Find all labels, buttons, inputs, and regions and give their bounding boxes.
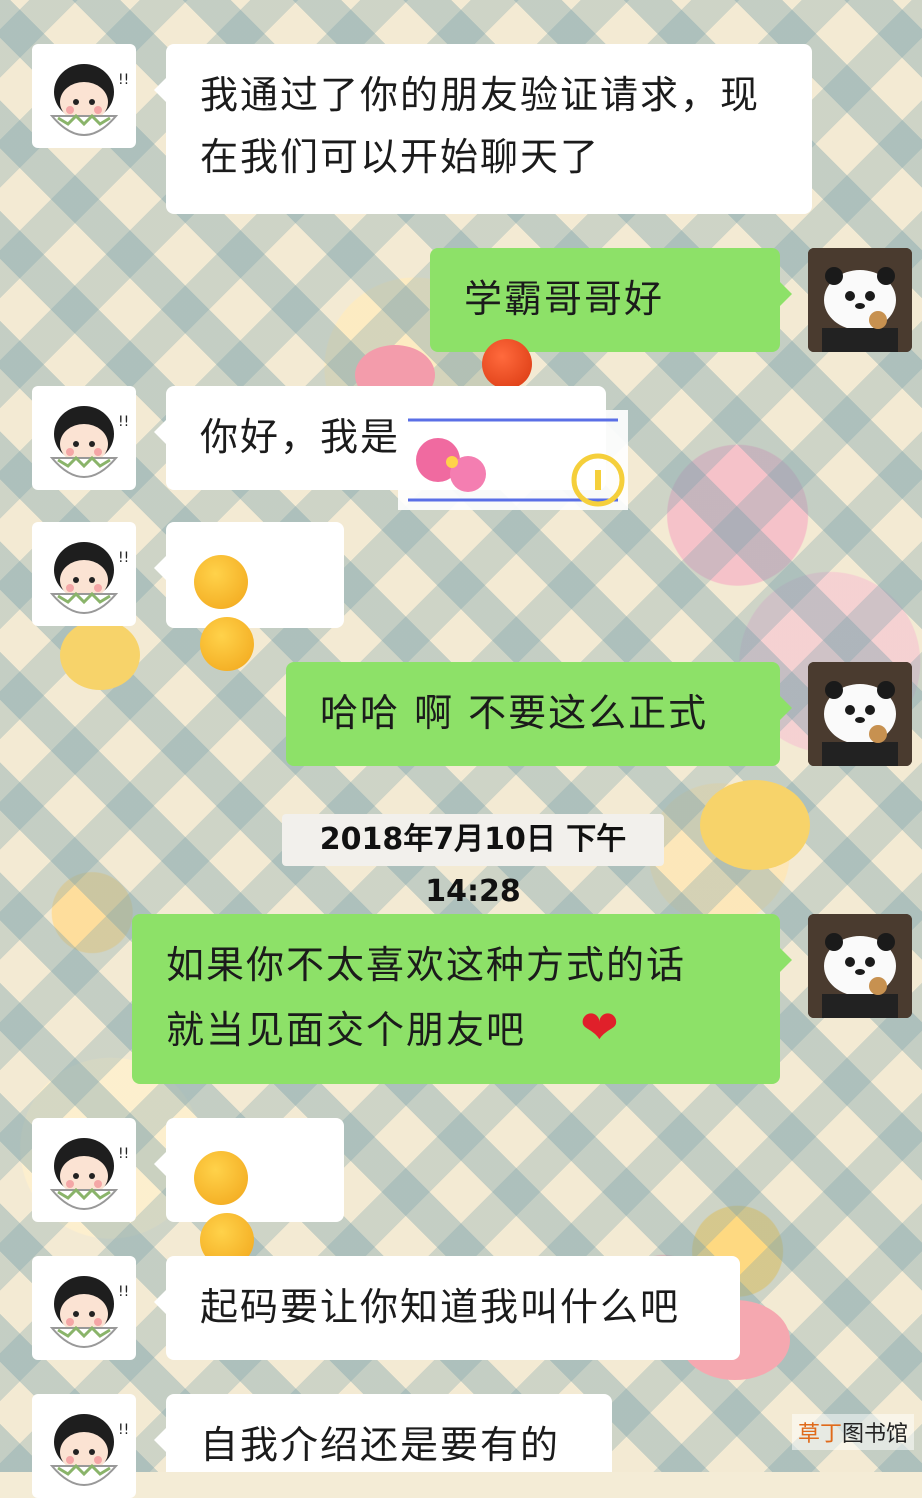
censor-sticker-overlay — [398, 390, 638, 520]
message-text: 哈哈 啊 不要这么正式 — [320, 691, 709, 735]
wallpaper-flower — [60, 620, 140, 690]
grinning-face-icon — [194, 1150, 248, 1205]
incoming-message[interactable]: 起码要让你知道我叫什么吧 — [154, 1256, 740, 1360]
panda-avatar-icon — [808, 914, 912, 1018]
angry-face-icon — [200, 616, 254, 671]
watermark-accent: 草丁 — [797, 1422, 842, 1447]
svg-text:!!: !! — [118, 72, 129, 88]
contact-avatar[interactable]: !! — [32, 1256, 136, 1360]
outgoing-message[interactable]: 如果你不太喜欢这种方式的话 就当见面交个朋友吧 ❤ — [132, 914, 792, 1084]
outgoing-message[interactable]: 学霸哥哥好 — [430, 248, 792, 389]
message-timestamp: 2018年7月10日 下午14:28 — [282, 814, 664, 909]
panda-avatar-icon — [808, 662, 912, 766]
svg-text:!!: !! — [118, 414, 129, 430]
message-text: 自我介绍还是要有的 — [200, 1423, 561, 1467]
message-text: 如果你不太喜欢这种方式的话 — [166, 943, 687, 987]
my-avatar[interactable] — [808, 662, 912, 766]
boy-avatar-icon: !! — [49, 542, 129, 614]
my-avatar[interactable] — [808, 248, 912, 352]
svg-text:!!: !! — [118, 550, 129, 566]
message-text: 就当见面交个朋友吧 — [166, 1008, 527, 1052]
flushed-face-icon — [482, 338, 532, 389]
boy-avatar-icon: !! — [49, 64, 129, 136]
contact-avatar[interactable]: !! — [32, 1118, 136, 1222]
my-avatar[interactable] — [808, 914, 912, 1018]
contact-avatar[interactable]: !! — [32, 1394, 136, 1498]
message-text: 你好，我是 — [200, 415, 401, 459]
red-heart-icon: ❤ — [580, 1000, 621, 1054]
contact-avatar[interactable]: !! — [32, 386, 136, 490]
site-watermark: 草丁图书馆 — [791, 1414, 914, 1450]
boy-avatar-icon: !! — [49, 1414, 129, 1486]
message-text: 学霸哥哥好 — [464, 277, 665, 321]
svg-text:!!: !! — [118, 1284, 129, 1300]
boy-avatar-icon: !! — [49, 406, 129, 478]
contact-avatar[interactable]: !! — [32, 44, 136, 148]
incoming-message[interactable]: 自我介绍还是要有的 — [154, 1394, 612, 1472]
contact-avatar[interactable]: !! — [32, 522, 136, 626]
message-text: 起码要让你知道我叫什么吧 — [200, 1285, 681, 1329]
boy-avatar-icon: !! — [49, 1138, 129, 1210]
wallpaper-flower — [700, 780, 810, 870]
svg-text:!!: !! — [118, 1146, 129, 1162]
message-text: 我通过了你的朋友验证请求，现 — [200, 73, 761, 117]
panda-avatar-icon — [808, 248, 912, 352]
boy-avatar-icon: !! — [49, 1276, 129, 1348]
incoming-message[interactable] — [154, 522, 344, 671]
message-text: 在我们可以开始聊天了 — [200, 135, 601, 179]
svg-text:!!: !! — [118, 1422, 129, 1438]
watermark-text: 图书馆 — [841, 1422, 908, 1447]
outgoing-message[interactable]: 哈哈 啊 不要这么正式 — [286, 662, 792, 766]
angry-face-icon — [194, 554, 248, 609]
incoming-message[interactable]: 我通过了你的朋友验证请求，现 在我们可以开始聊天了 — [154, 44, 812, 214]
incoming-message[interactable] — [154, 1118, 344, 1267]
